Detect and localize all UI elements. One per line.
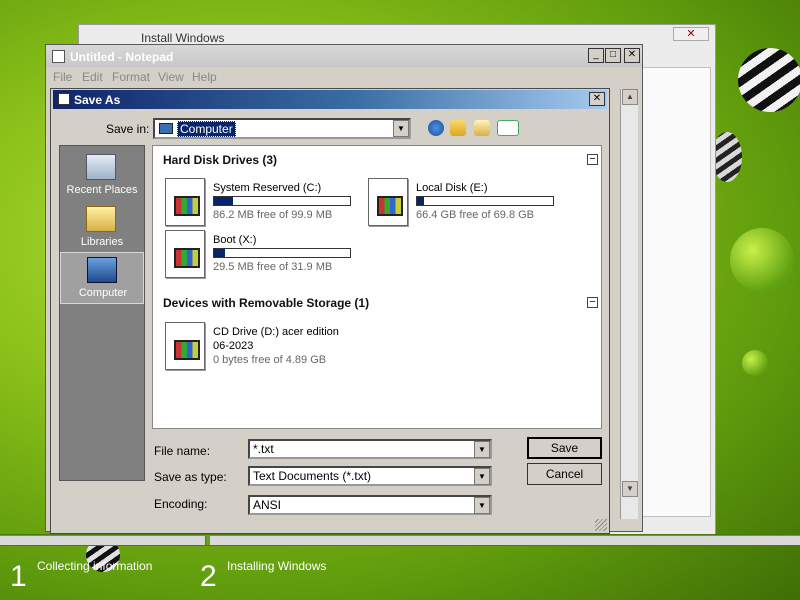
drive-usage-fill (214, 249, 225, 257)
file-name-input[interactable]: *.txt ▼ (248, 439, 492, 459)
chevron-down-icon[interactable]: ▼ (474, 497, 490, 514)
drive-name: CD Drive (D:) acer edition (213, 326, 339, 338)
collapse-icon[interactable]: − (587, 154, 598, 165)
install-close-button[interactable]: ✕ (673, 27, 709, 41)
installer-progress-bar (0, 534, 800, 546)
minimize-button[interactable]: _ (588, 48, 604, 63)
menu-view[interactable]: View (158, 70, 184, 84)
group-header-removable: Devices with Removable Storage (1) (163, 296, 370, 310)
place-label: Computer (78, 287, 128, 299)
up-folder-icon[interactable] (450, 120, 466, 136)
back-icon[interactable] (428, 120, 444, 136)
step-label: Installing Windows (227, 559, 327, 573)
step-label: Collecting information (37, 559, 153, 573)
libraries-icon (86, 206, 116, 232)
drive-name: System Reserved (C:) (213, 182, 322, 194)
file-list-view[interactable]: Hard Disk Drives (3) − System Reserved (… (152, 145, 602, 429)
decorative-striped-ball (712, 132, 742, 182)
notepad-title-bar[interactable]: Untitled - Notepad _ □ ✕ (46, 45, 642, 67)
drive-name: Boot (X:) (213, 234, 257, 246)
chevron-down-icon[interactable]: ▼ (474, 441, 490, 458)
hard-drive-icon (165, 230, 205, 278)
save-as-type-label: Save as type: (154, 470, 227, 484)
drive-free-space: 29.5 MB free of 31.9 MB (213, 261, 333, 273)
cancel-button[interactable]: Cancel (527, 463, 602, 485)
save-as-type-value: Text Documents (*.txt) (253, 469, 372, 483)
drive-local-disk[interactable]: Local Disk (E:) 66.4 GB free of 69.8 GB (368, 178, 568, 234)
views-menu-icon[interactable] (497, 120, 519, 136)
place-computer[interactable]: Computer (60, 252, 144, 304)
hard-drive-icon (165, 178, 205, 226)
menu-edit[interactable]: Edit (82, 70, 103, 84)
encoding-dropdown[interactable]: ANSI ▼ (248, 495, 492, 515)
notepad-icon (52, 50, 65, 63)
save-button[interactable]: Save (527, 437, 602, 459)
menu-help[interactable]: Help (192, 70, 217, 84)
save-in-dropdown[interactable]: Computer ▼ (153, 118, 411, 139)
drive-free-space: 86.2 MB free of 99.9 MB (213, 209, 333, 221)
notepad-vertical-scrollbar[interactable]: ▲ ▼ (620, 89, 638, 519)
hard-drive-icon (368, 178, 408, 226)
recent-places-icon (86, 154, 116, 180)
drive-usage-bar (213, 196, 351, 206)
drive-name-line2: 06-2023 (213, 340, 254, 352)
chevron-down-icon[interactable]: ▼ (474, 468, 490, 485)
group-header-hard-disks: Hard Disk Drives (3) (163, 153, 278, 167)
scroll-up-icon[interactable]: ▲ (622, 89, 638, 105)
drive-system-reserved[interactable]: System Reserved (C:) 86.2 MB free of 99.… (165, 178, 365, 234)
place-recent-places[interactable]: Recent Places (60, 150, 144, 202)
decorative-striped-ball (738, 48, 800, 112)
save-as-title: Save As (74, 93, 121, 107)
drive-usage-fill (417, 197, 424, 205)
close-button[interactable]: ✕ (624, 48, 640, 63)
decorative-green-ball (742, 350, 768, 376)
decorative-green-ball (730, 228, 794, 292)
drive-usage-fill (214, 197, 234, 205)
place-label: Libraries (80, 236, 124, 248)
maximize-button[interactable]: □ (605, 48, 621, 63)
save-as-dialog: Save As ✕ Save in: Computer ▼ Recent Pla… (50, 88, 610, 534)
computer-icon (87, 257, 117, 283)
notepad-title: Untitled - Notepad (70, 50, 174, 64)
step-number: 1 (10, 560, 27, 593)
chevron-down-icon[interactable]: ▼ (393, 120, 409, 137)
drive-free-space: 0 bytes free of 4.89 GB (213, 354, 327, 366)
drive-free-space: 66.4 GB free of 69.8 GB (416, 209, 535, 221)
drive-boot[interactable]: Boot (X:) 29.5 MB free of 31.9 MB (165, 230, 365, 286)
places-bar: Recent Places Libraries Computer (59, 145, 145, 481)
drive-usage-bar (213, 248, 351, 258)
menu-format[interactable]: Format (112, 70, 150, 84)
place-label: Recent Places (66, 184, 138, 196)
menu-file[interactable]: File (53, 70, 72, 84)
drive-usage-bar (416, 196, 554, 206)
cd-drive-icon (165, 322, 205, 370)
place-libraries[interactable]: Libraries (60, 202, 144, 254)
scroll-down-icon[interactable]: ▼ (622, 481, 638, 497)
file-name-label: File name: (154, 444, 211, 458)
progress-segment-1 (0, 536, 206, 545)
drive-cd-drive[interactable]: CD Drive (D:) acer edition 06-2023 0 byt… (165, 322, 365, 378)
resize-grip-icon[interactable] (595, 519, 607, 531)
encoding-value: ANSI (253, 498, 282, 512)
new-folder-icon[interactable] (474, 120, 490, 136)
drive-name: Local Disk (E:) (416, 182, 488, 194)
step-number: 2 (200, 560, 217, 593)
computer-icon (159, 123, 173, 134)
save-as-type-dropdown[interactable]: Text Documents (*.txt) ▼ (248, 466, 492, 486)
save-in-label: Save in: (106, 122, 150, 136)
progress-segment-2 (210, 536, 800, 545)
save-in-value: Computer (177, 121, 236, 137)
save-as-icon (58, 93, 70, 105)
encoding-label: Encoding: (154, 497, 208, 511)
file-name-value: *.txt (253, 442, 274, 456)
save-as-title-bar[interactable]: Save As ✕ (53, 90, 607, 109)
notepad-menubar: File Edit Format View Help (46, 67, 642, 87)
save-as-close-button[interactable]: ✕ (589, 92, 605, 106)
collapse-icon[interactable]: − (587, 297, 598, 308)
